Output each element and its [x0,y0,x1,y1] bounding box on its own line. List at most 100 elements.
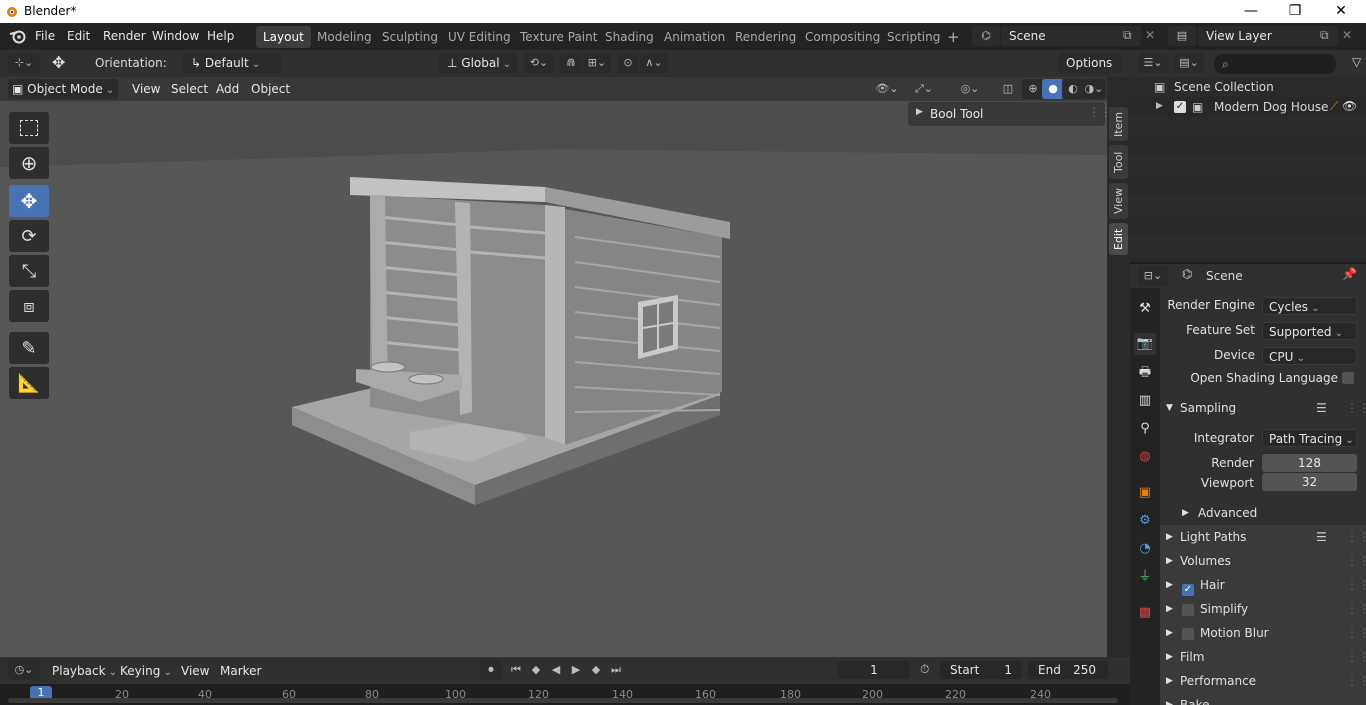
presets-list-icon[interactable]: ☰ [1316,396,1327,420]
eye-visibility-icon[interactable]: 👁 [1342,99,1357,113]
pivot-icon[interactable]: ⟲⌄ [524,53,554,73]
simplify-panel-header[interactable]: ▶ Simplify ⋮⋮ [1160,597,1366,621]
menu-render[interactable]: Render [103,29,146,43]
rotate-tool[interactable]: ⟳ [9,220,49,252]
3d-viewport[interactable]: ▣ Object Mode View Select Add Object 👁⌄ … [0,77,1107,657]
film-panel-header[interactable]: ▶ Film ⋮⋮ [1160,645,1366,669]
feature-set-select[interactable]: Supported [1262,322,1357,340]
drag-handle-icon[interactable]: ⋮⋮ [1346,525,1366,549]
minimize-button[interactable]: — [1228,0,1274,23]
drag-handle-icon[interactable]: ⋮⋮ [1088,105,1107,119]
tab-uv-editing[interactable]: UV Editing [441,26,518,48]
render-samples-field[interactable]: 128 [1262,454,1357,472]
end-frame-field[interactable]: End 250 [1028,661,1108,679]
mode-select[interactable]: ▣ Object Mode [8,79,118,99]
keying-menu[interactable]: Keying [120,664,172,678]
viewport-samples-field[interactable]: 32 [1262,473,1357,491]
integrator-select[interactable]: Path Tracing [1262,429,1357,447]
tab-modeling[interactable]: Modeling [310,26,379,48]
sampling-panel-header[interactable]: ▼ Sampling ☰ ⋮⋮ [1160,396,1366,420]
play-reverse-icon[interactable]: ◀ [545,660,567,680]
menu-window[interactable]: Window [152,29,199,43]
view-layer-remove-icon[interactable]: ✕ [1342,28,1352,42]
jump-start-icon[interactable]: ⏮ [505,660,527,680]
menu-help[interactable]: Help [207,29,234,43]
view-layer-copy-icon[interactable]: ⧉ [1320,28,1329,43]
scale-tool[interactable]: ⤡ [9,255,49,287]
transform-orientation-select[interactable]: ⊥ Global [439,53,517,73]
tab-compositing[interactable]: Compositing [798,26,887,48]
output-properties-icon[interactable]: 🖶 [1134,362,1156,384]
xray-icon[interactable]: ◫ [997,79,1019,99]
tab-scripting[interactable]: Scripting [880,26,947,48]
viewport-menu-view[interactable]: View [132,82,160,96]
include-checkbox-icon[interactable]: ✓ [1174,101,1186,113]
view-layer-field[interactable]: View Layer [1198,26,1338,46]
scene-browse-icon[interactable]: ⌬ [972,26,1000,46]
proportional-edit-icon[interactable]: ⊙ [617,53,639,73]
tab-edit[interactable]: Edit [1109,223,1128,255]
tab-view[interactable]: View [1109,183,1128,219]
object-data-properties-icon[interactable]: ⏚ [1134,566,1156,588]
rendered-shading-icon[interactable]: ◑⌄ [1082,79,1106,99]
tab-animation[interactable]: Animation [657,26,732,48]
motion-blur-checkbox[interactable] [1182,628,1194,640]
editor-type-icon[interactable]: ⊹⌄ [8,53,40,73]
orientation-select[interactable]: ↳ Default [183,53,281,73]
advanced-subpanel-header[interactable]: ▶ Advanced [1160,501,1366,525]
bool-tool-panel[interactable]: ▶ Bool Tool ⋮⋮ [908,102,1107,126]
play-icon[interactable]: ▶ [565,660,587,680]
drag-handle-icon[interactable]: ⋮⋮ [1346,549,1366,573]
outliner-search-input[interactable]: ⌕ [1214,54,1336,74]
render-engine-select[interactable]: Cycles [1262,297,1357,315]
timeline-scrollbar[interactable] [8,698,1118,703]
close-button[interactable]: ✕ [1318,0,1364,23]
timeline-view-menu[interactable]: View [181,664,209,678]
light-paths-panel-header[interactable]: ▶ Light Paths ☰ ⋮⋮ [1160,525,1366,549]
filter-icon[interactable]: ▽ [1352,55,1361,69]
object-properties-icon[interactable]: ▣ [1134,482,1156,504]
modifier-properties-icon[interactable]: ⚙ [1134,510,1156,532]
physics-properties-icon[interactable]: ◔ [1134,538,1156,560]
wireframe-shading-icon[interactable]: ⊕ [1022,79,1044,99]
start-frame-field[interactable]: Start 1 [940,661,1022,679]
scene-field[interactable]: Scene [1001,26,1141,46]
view-layer-properties-icon[interactable]: ▥ [1134,390,1156,412]
outliner-editor-type-icon[interactable]: ☰⌄ [1138,53,1168,73]
prev-keyframe-icon[interactable]: ◆ [525,660,547,680]
scene-copy-icon[interactable]: ⧉ [1123,28,1132,43]
tab-tool[interactable]: Tool [1109,145,1128,179]
drag-handle-icon[interactable]: ⋮⋮ [1346,621,1366,645]
tab-shading[interactable]: Shading [598,26,661,48]
menu-edit[interactable]: Edit [67,29,90,43]
hair-checkbox[interactable]: ✓ [1182,584,1194,596]
viewport-menu-add[interactable]: Add [216,82,239,96]
add-workspace-button[interactable]: + [940,26,967,48]
device-select[interactable]: CPU [1262,347,1357,365]
annotate-tool[interactable]: ✎ [9,332,49,364]
material-shading-icon[interactable]: ◐ [1062,79,1084,99]
gizmo-icon[interactable]: ⤢⌄ [906,79,942,99]
performance-panel-header[interactable]: ▶ Performance ⋮⋮ [1160,669,1366,693]
move-tool[interactable]: ✥ [9,185,49,217]
scene-remove-icon[interactable]: ✕ [1145,28,1155,42]
overlay-icon[interactable]: ◎⌄ [951,79,989,99]
measure-tool[interactable]: 📐 [9,367,49,399]
outliner-row-object[interactable]: ▶ ✓ ▣ Modern Dog House ⟋ 👁 [1130,97,1366,117]
tab-item[interactable]: Item [1109,107,1128,141]
display-mode-icon[interactable]: ▤⌄ [1174,53,1204,73]
cursor-tool[interactable]: ⊕ [9,147,49,179]
drag-handle-icon[interactable]: ⋮⋮ [1346,396,1366,420]
stopwatch-icon[interactable]: ⏱ [920,662,929,677]
timeline-ruler[interactable]: 1 20 40 60 80 100 120 140 160 180 200 22… [0,684,1130,705]
current-frame-field[interactable]: 1 [838,661,910,679]
options-dropdown[interactable]: Options [1058,53,1122,73]
record-icon[interactable]: ⏺ [480,660,502,680]
snap-icon[interactable]: ⋒ [560,53,582,73]
motion-blur-panel-header[interactable]: ▶ Motion Blur ⋮⋮ [1160,621,1366,645]
texture-properties-icon[interactable]: ▩ [1134,602,1156,624]
next-keyframe-icon[interactable]: ◆ [585,660,607,680]
volumes-panel-header[interactable]: ▶ Volumes ⋮⋮ [1160,549,1366,573]
timeline-editor-type-icon[interactable]: ◷⌄ [8,660,40,680]
expand-icon[interactable]: ▶ [1156,101,1163,111]
